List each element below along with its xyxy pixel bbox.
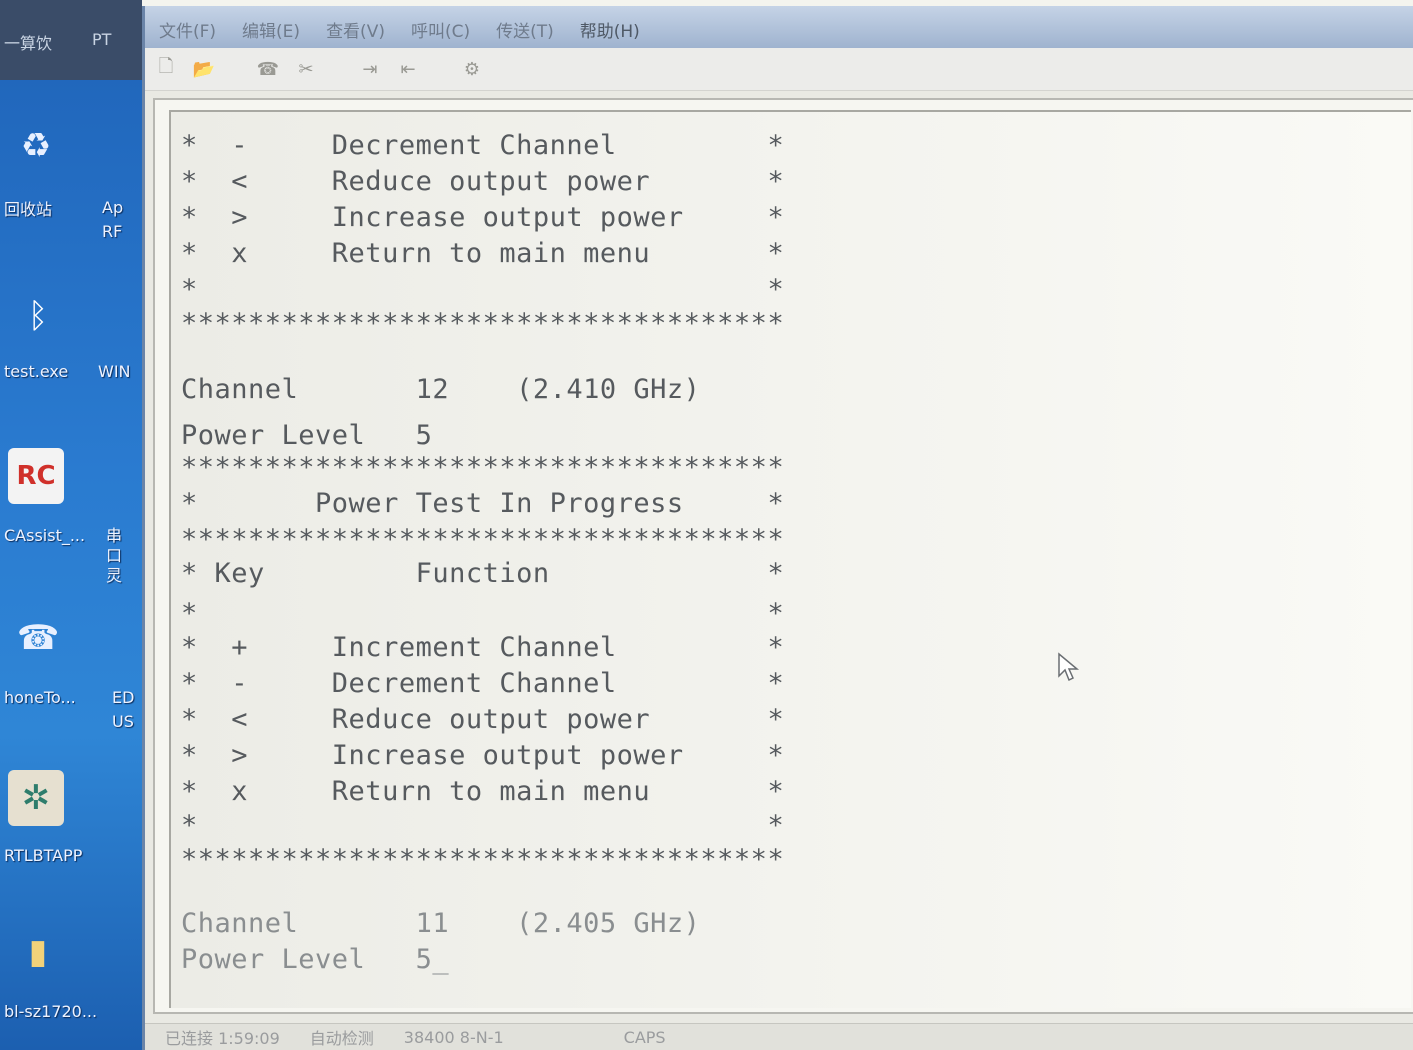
terminal-line: Channel 11 (2.405 GHz) [181,908,701,939]
menu-edit[interactable]: 编辑(E) [236,15,306,44]
terminal-line: * x Return to main menu * [181,238,785,269]
terminal-line: * > Increase output power * [181,202,785,233]
menu-help[interactable]: 帮助(H) [574,15,646,44]
desktop-icon-label: US [112,712,134,731]
disconnect-icon[interactable]: ✂ [293,56,319,82]
terminal-line: * * [181,274,785,305]
desktop-top-label: 一算饮 [4,34,53,53]
terminal-line: * - Decrement Channel * [181,130,785,161]
terminal-line: * < Reduce output power * [181,166,785,197]
recycle-bin-icon: ♻ [20,126,52,166]
terminal-line: Channel 12 (2.410 GHz) [181,374,701,405]
status-caps: CAPS [623,1027,666,1047]
phone-icon[interactable]: ☎ [255,56,281,82]
desktop-icon-label: 回收站 [4,200,53,219]
terminal-line: ************************************ [181,844,785,875]
terminal-line: ************************************ [181,452,785,483]
desktop-icon-label: honeTo... [4,688,76,707]
bluetooth-icon: ᛒ [27,296,49,336]
properties-icon[interactable]: ⚙ [459,56,485,82]
terminal-line: * Key Function * [181,558,785,589]
rf-assist-icon: RC [8,448,64,504]
status-connection: 已连接 1:59:09 [165,1029,280,1048]
new-icon[interactable]: 🗋 [153,56,179,82]
desktop-icon-label: test.exe [4,362,69,381]
terminal-line: * Power Test In Progress * [181,488,785,519]
desktop-top-label: PT [92,30,112,49]
toolbar: 🗋 📂 ☎ ✂ ⇥ ⇤ ⚙ [145,48,1413,91]
terminal-line: ************************************ [181,524,785,555]
status-detect: 自动检测 [309,1029,374,1048]
desktop-icon-label: RF [102,222,123,241]
menu-file[interactable]: 文件(F) [153,15,222,44]
mouse-pointer-icon [1058,652,1080,682]
desktop-icon-rtlbtapp[interactable]: ✲ [8,770,64,826]
terminal-line: ************************************ [181,308,785,339]
terminal-line: * < Reduce output power * [181,704,785,735]
terminal-line: * x Return to main menu * [181,776,785,807]
menu-bar-background: 文件(F) 编辑(E) 查看(V) 呼叫(C) 传送(T) 帮助(H) [145,6,1413,48]
desktop-icon-label: 串口灵 [106,526,123,585]
phone-icon: ☎ [16,618,60,658]
desktop-icon-label: CAssist_... [4,526,86,545]
menu-transfer[interactable]: 传送(T) [490,15,560,44]
desktop-icon-label: RTLBTAPP [4,846,83,865]
open-icon[interactable]: 📂 [191,56,217,82]
receive-icon[interactable]: ⇤ [395,56,421,82]
status-baud: 38400 8-N-1 [403,1027,504,1047]
send-icon[interactable]: ⇥ [357,56,383,82]
desktop-icon-test-exe[interactable]: ᛒ [10,288,66,344]
terminal-line: Power Level 5_ [181,944,450,975]
terminal-line: * > Increase output power * [181,740,785,771]
hyperterminal-window: 文件(F) 编辑(E) 查看(V) 呼叫(C) 传送(T) 帮助(H) 🗋 📂 … [142,6,1413,1050]
desktop-icon-label: WIN [98,362,131,381]
terminal-line: * - Decrement Channel * [181,668,785,699]
crab-icon: ✲ [8,770,64,826]
terminal-output[interactable]: * - Decrement Channel * * < Reduce output… [169,110,1411,1008]
terminal-line: Power Level 5 [181,420,433,451]
desktop-icon-label: bl-sz1720... [4,1002,98,1021]
folder-icon: ▮ [28,932,48,972]
desktop-icon-phone-tool[interactable]: ☎ [10,610,66,666]
desktop-icon-label: ED [112,688,135,707]
desktop-taskbar-strip: 一算饮 PT [0,0,142,80]
terminal-frame: * - Decrement Channel * * < Reduce output… [153,98,1413,1014]
menu-view[interactable]: 查看(V) [320,15,391,44]
terminal-line: * * [181,810,785,841]
status-bar: 已连接 1:59:09 自动检测 38400 8-N-1 CAPS [145,1023,1413,1050]
terminal-line: * + Increment Channel * [181,632,785,663]
menu-bar: 文件(F) 编辑(E) 查看(V) 呼叫(C) 传送(T) 帮助(H) [153,14,646,44]
desktop-icon-rfassist[interactable]: RC [8,448,64,504]
desktop-icon-label: Ap [102,198,124,217]
desktop-icon-folder[interactable]: ▮ [10,924,66,980]
desktop: 一算饮 PT ♻ 回收站 Ap RF ᛒ test.exe WIN RC CAs… [0,0,142,1050]
terminal-line: * * [181,598,785,629]
menu-call[interactable]: 呼叫(C) [405,15,476,44]
desktop-icon-recycle-bin[interactable]: ♻ [8,118,64,174]
